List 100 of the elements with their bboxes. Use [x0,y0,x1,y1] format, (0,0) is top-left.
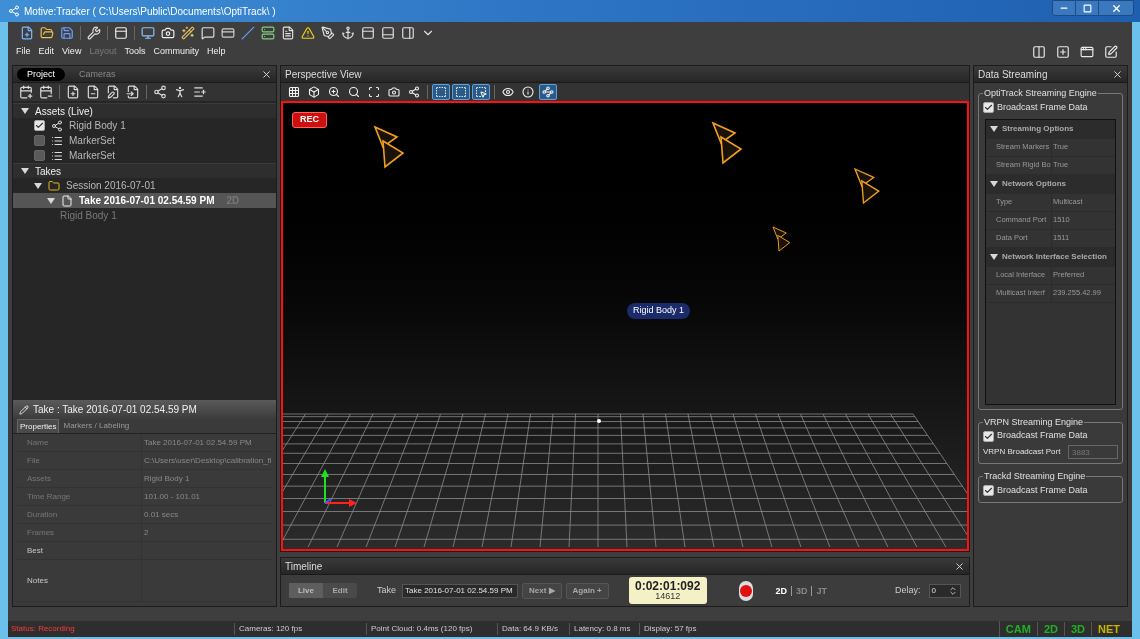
camera-marker [373,125,405,169]
close-icon [1110,2,1122,14]
tree-item-label[interactable]: MarkerSet [69,133,116,148]
properties-tab[interactable]: Properties [17,419,60,433]
checkbox[interactable] [34,120,45,131]
property-value: Rigid Body 1 [143,472,191,485]
dashed-square-icon [435,86,447,98]
panel-title: Timeline [285,559,323,574]
connection-indicator: 2D [1036,622,1064,636]
property-value: Take 2016-07-01 02.54.59 PM [143,436,253,449]
minimize-button[interactable] [1052,0,1076,16]
expand-down-arrow-icon[interactable] [990,125,998,133]
delay-value: 0 [931,584,936,597]
pointer-select-tool-button[interactable] [472,84,490,100]
menu-item[interactable]: Tools [124,45,146,59]
menu-item[interactable]: Help [206,45,226,59]
menu-item[interactable]: File [16,45,31,59]
nodes-icon[interactable] [151,83,169,101]
expand-down-arrow-icon[interactable] [47,196,55,205]
camera-marker [853,167,880,205]
dashed-box-tool-button[interactable] [452,84,470,100]
tree-item-label[interactable]: Takes [35,163,62,179]
folder-icon [48,179,60,192]
edit-icon[interactable] [1102,43,1120,61]
nodes-tool-button[interactable] [539,84,557,100]
record-button[interactable] [738,580,754,601]
zoom-in-icon [328,86,340,98]
checkbox-label[interactable]: Broadcast Frame Data [997,100,1088,115]
checkbox-label[interactable]: Broadcast Frame Data [997,483,1088,498]
cube-icon [308,86,320,98]
maximize-icon [1082,3,1092,13]
menu-item[interactable]: Community [153,45,199,59]
spinner-arrows-icon [948,585,958,596]
expand-down-arrow-icon[interactable] [21,167,29,175]
camera-tool-button[interactable] [385,84,403,100]
menu-item[interactable]: View [62,45,82,59]
info-icon [522,86,534,98]
wrench-icon[interactable] [85,23,103,42]
status-item: Data: 64.9 KB/s [497,623,569,635]
eye-icon [502,86,514,98]
delay-label: Delay: [895,583,921,597]
tree-item-label[interactable]: Rigid Body 1 [69,118,126,133]
checkbox-label[interactable]: Broadcast Frame Data [997,429,1088,443]
columns-icon[interactable] [1030,43,1048,61]
tree-item-label[interactable]: Session 2016-07-01 [66,178,156,193]
expand-down-arrow-icon[interactable] [21,107,29,115]
property-value: C:\Users\user\Desktop\calibration_fi [143,454,272,467]
marker-dot [597,419,601,423]
checkbox[interactable] [34,150,45,161]
properties-tab[interactable]: Markers / Labeling [61,419,132,433]
take-label: Take [377,583,396,597]
pointer-select-icon [475,86,487,98]
list-icon [51,149,63,162]
list-icon [51,134,63,147]
tree-item-label[interactable]: Take 2016-07-01 02.54.59 PM [79,193,215,208]
tree-item-label[interactable]: Rigid Body 1 [60,208,117,223]
expand-down-arrow-icon[interactable] [990,253,998,261]
camera-marker [711,121,743,165]
property-label: Best [17,542,142,559]
expand-down-arrow-icon[interactable] [990,180,998,188]
calendar-plus-icon[interactable] [17,83,35,101]
info-tool-button[interactable] [519,84,537,100]
pencil-icon [19,404,29,415]
mode-button[interactable]: Edit [323,583,357,598]
rigid-body-label: Rigid Body 1 [627,303,691,319]
group-title: Trackd Streaming Engine [983,470,1087,483]
calendar-minus-icon[interactable] [37,83,55,101]
take-field[interactable]: Take 2016-07-01 02.54.59 PM [402,583,518,598]
tree-item-label[interactable]: MarkerSet [69,148,116,163]
connection-indicator: CAM [1004,622,1032,636]
recording-status: Status: Recording [10,623,76,635]
add-window-icon[interactable] [1054,43,1072,61]
dashed-square-tool-button[interactable] [432,84,450,100]
connection-indicator: 3D [1063,622,1091,636]
connection-indicator: NET [1091,622,1126,636]
panel-title: Data Streaming [978,67,1048,82]
properties-title: Take : Take 2016-07-01 02.54.59 PM [33,403,197,417]
checkbox[interactable] [983,485,994,496]
axes-icon [321,469,357,507]
view-mode-toggle[interactable]: 2D [771,585,791,596]
search-icon [348,86,360,98]
nodes-icon [408,86,420,98]
expand-down-arrow-icon[interactable] [34,181,42,190]
checkbox[interactable] [983,430,994,442]
close-icon [1112,68,1123,80]
group-title: OptiTrack Streaming Engine [983,87,1098,100]
panel-tab[interactable]: Project [17,67,65,81]
timecode: 0:02:01:092 [635,580,701,592]
status-item: Cameras: 120 fps [234,623,366,635]
maximize-button[interactable] [1076,0,1098,16]
panel-tab[interactable]: Cameras [69,67,126,81]
checkbox[interactable] [983,102,994,113]
property-value: 101.00 - 101.01 [143,490,202,503]
close-button[interactable] [1098,0,1134,16]
3d-viewport[interactable]: REC Rigid Body 1 [281,101,969,551]
checkbox[interactable] [34,135,45,146]
app-icon [8,5,20,17]
delay-spinner[interactable]: 0 [928,583,961,598]
menu-item[interactable]: Edit [38,45,55,59]
camera-icon [388,86,400,98]
